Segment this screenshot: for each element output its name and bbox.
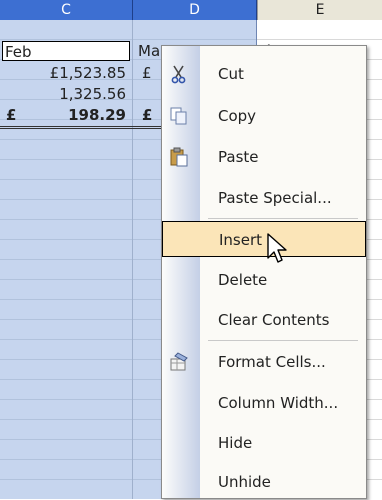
format-cells-icon	[168, 352, 190, 372]
menu-label-insert: Insert	[219, 231, 263, 249]
menu-item-delete[interactable]: Delete	[162, 262, 366, 298]
menu-label-paste: Paste	[218, 148, 259, 166]
menu-item-paste[interactable]: Paste	[162, 139, 366, 175]
scissors-icon	[168, 64, 190, 84]
clipboard-icon	[168, 147, 190, 167]
total-currency: £	[6, 106, 17, 124]
menu-item-insert[interactable]: Insert	[162, 221, 366, 257]
menu-item-cut[interactable]: Cut	[162, 56, 366, 92]
menu-item-copy[interactable]: Copy	[162, 98, 366, 134]
total-amount: 198.29	[68, 106, 126, 124]
menu-item-format-cells[interactable]: Format Cells...	[162, 344, 366, 380]
menu-label-paste-special: Paste Special...	[218, 189, 332, 207]
column-header-d[interactable]: D	[133, 0, 257, 20]
context-menu: Cut Copy Paste Paste Special... Insert D…	[161, 45, 367, 499]
cell-c-value-1[interactable]: £1,523.85	[0, 63, 130, 83]
menu-label-cut: Cut	[218, 65, 244, 83]
menu-item-clear-contents[interactable]: Clear Contents	[162, 302, 366, 338]
cell-c-value-2[interactable]: 1,325.56	[0, 84, 130, 104]
menu-label-hide: Hide	[218, 434, 253, 452]
menu-label-format-cells: Format Cells...	[218, 353, 326, 371]
menu-item-hide[interactable]: Hide	[162, 425, 366, 461]
copy-icon	[168, 106, 190, 126]
menu-label-clear-contents: Clear Contents	[218, 311, 330, 329]
column-header-c[interactable]: C	[0, 0, 133, 20]
column-divider	[132, 20, 133, 499]
cell-c-feb[interactable]: Feb	[2, 41, 130, 61]
menu-separator	[208, 340, 358, 341]
cell-c-total[interactable]: £ 198.29	[0, 105, 130, 125]
menu-item-unhide[interactable]: Unhide	[162, 464, 366, 500]
menu-item-paste-special[interactable]: Paste Special...	[162, 180, 366, 216]
menu-label-unhide: Unhide	[218, 473, 271, 491]
mouse-pointer-icon	[267, 233, 287, 263]
menu-label-column-width: Column Width...	[218, 394, 339, 412]
menu-label-delete: Delete	[218, 271, 268, 289]
menu-separator	[208, 218, 358, 219]
menu-label-copy: Copy	[218, 107, 257, 125]
column-header-e[interactable]: E	[257, 0, 382, 20]
menu-item-column-width[interactable]: Column Width...	[162, 385, 366, 421]
